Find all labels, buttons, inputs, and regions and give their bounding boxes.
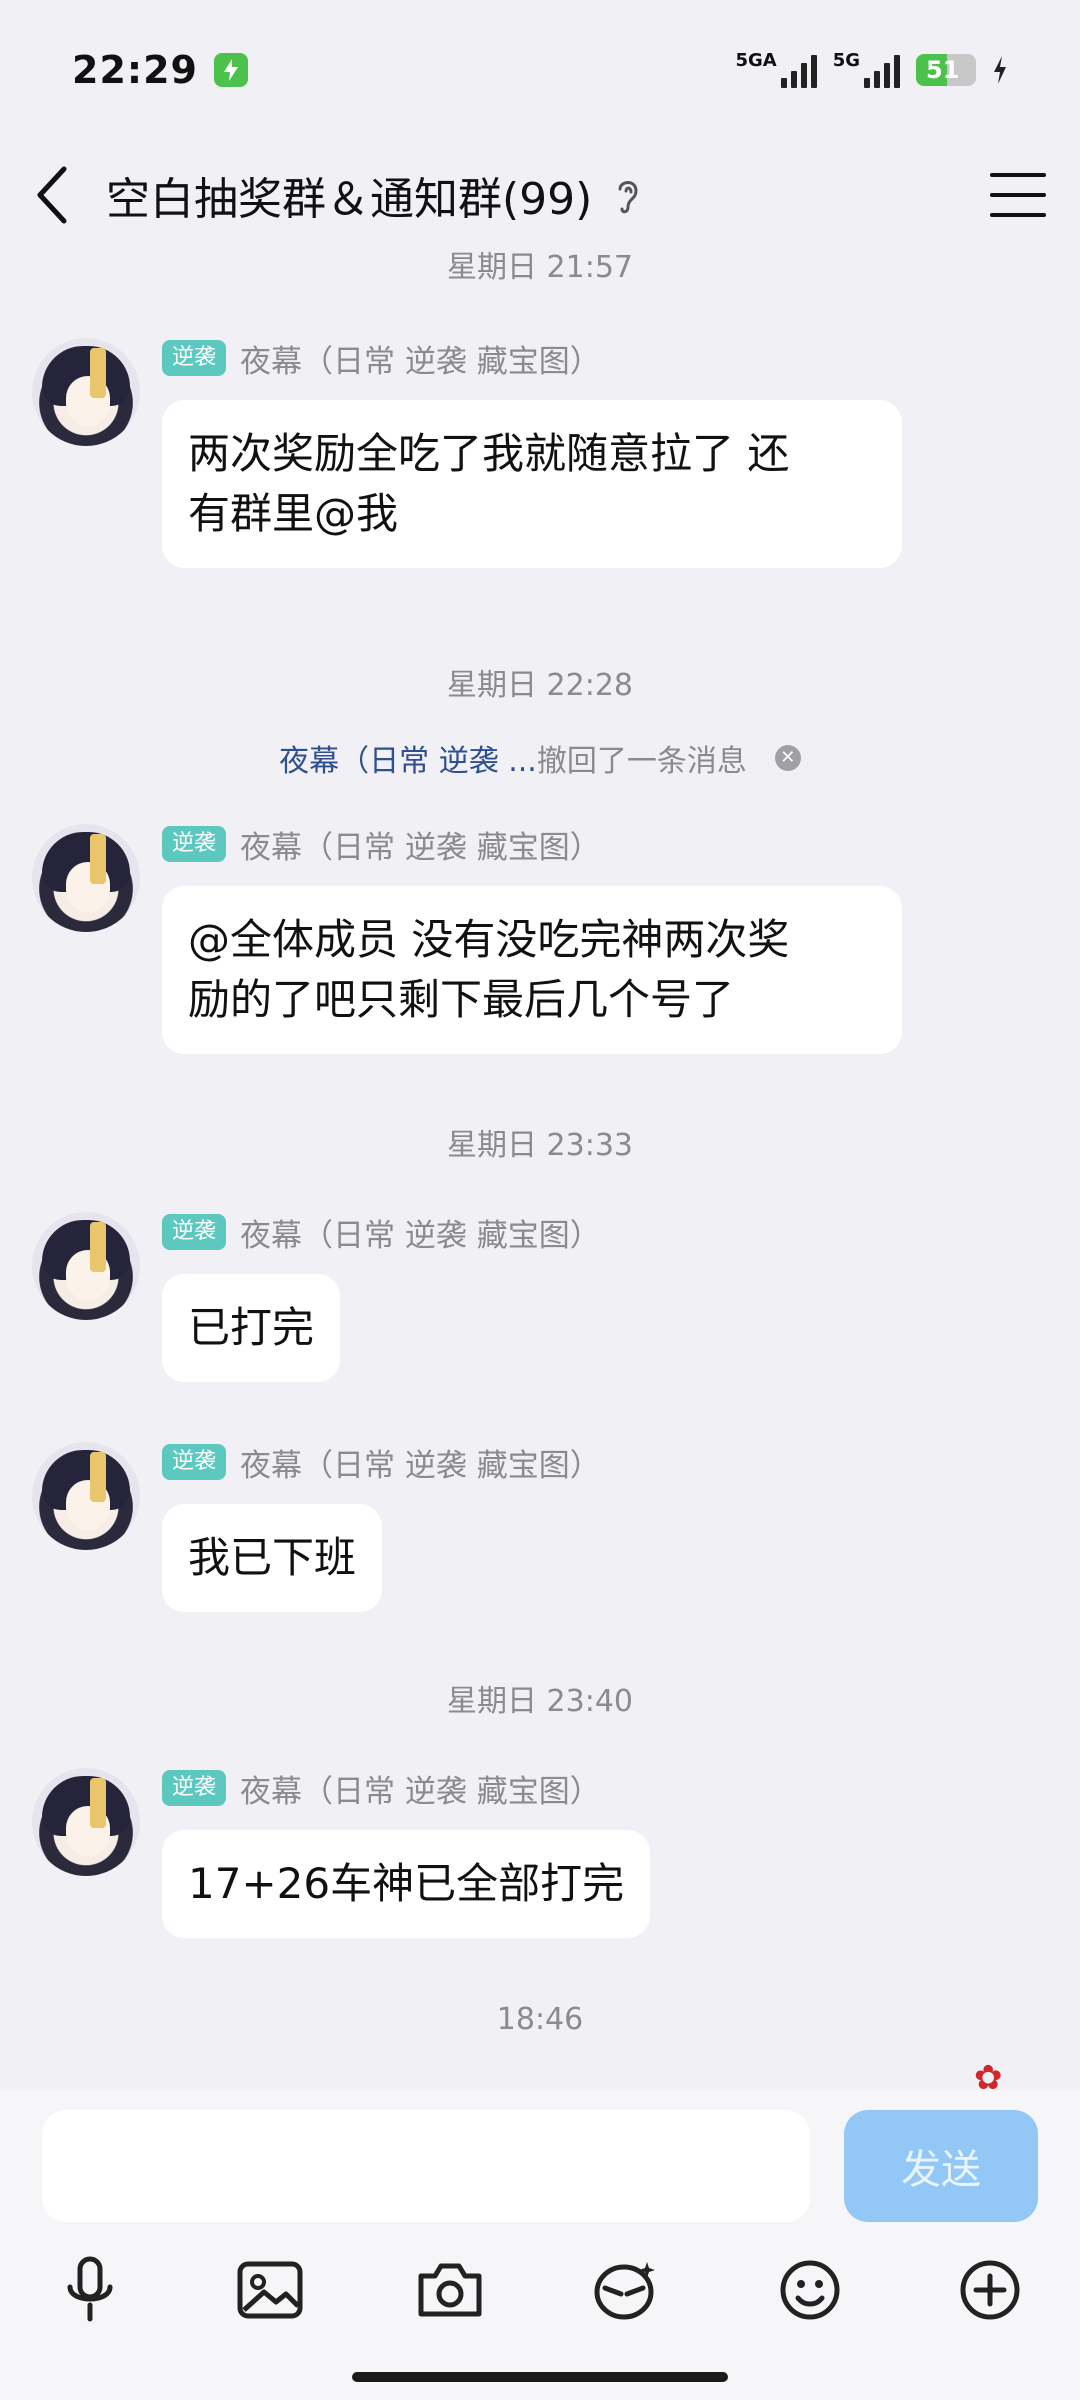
- battery-icon: 51: [916, 54, 976, 86]
- member-tag: 逆袭: [162, 340, 227, 376]
- back-button[interactable]: [34, 165, 78, 225]
- member-tag: 逆袭: [162, 1770, 227, 1806]
- time-label: 星期日 23:33: [447, 1128, 633, 1163]
- message-input[interactable]: [42, 2110, 810, 2222]
- sender-line: 逆袭 夜幕（日常 逆袭 藏宝图）: [162, 822, 601, 867]
- member-tag: 逆袭: [162, 1214, 227, 1250]
- status-bar: 22:29 5GA 5G 51: [0, 0, 1080, 140]
- close-icon[interactable]: ✕: [774, 745, 801, 771]
- time-label: 星期日 22:28: [447, 668, 633, 703]
- message-bubble[interactable]: 我已下班: [162, 1504, 383, 1612]
- member-tag: 逆袭: [162, 826, 227, 862]
- back-arrow-icon: [37, 166, 67, 224]
- message-text: 我已下班: [188, 1533, 357, 1582]
- network-5ga: 5GA: [735, 50, 817, 88]
- message-text-line: 有群里@我: [188, 489, 399, 538]
- chat-header: 空白抽奖群＆通知群(99): [0, 140, 1080, 250]
- microphone-icon[interactable]: [50, 2250, 130, 2330]
- message-text-line: 励的了吧只剩下最后几个号了: [188, 975, 735, 1024]
- input-toolbar: [0, 2250, 1080, 2350]
- message-text: 17+26车神已全部打完: [188, 1859, 625, 1908]
- sender-name[interactable]: 夜幕（日常 逆袭 藏宝图）: [240, 336, 601, 381]
- message-list[interactable]: 星期日 21:57 逆袭 夜幕（日常 逆袭 藏宝图） 两次奖励全吃了我就随意拉了…: [0, 250, 1080, 2090]
- sticker-icon[interactable]: [586, 2250, 666, 2330]
- recall-notice: 夜幕（日常 逆袭 ... 撤回了一条消息 ✕: [0, 736, 1080, 780]
- message-bubble[interactable]: 两次奖励全吃了我就随意拉了 还 有群里@我: [162, 400, 902, 568]
- message-text-line: 两次奖励全吃了我就随意拉了 还: [188, 429, 790, 478]
- avatar[interactable]: [32, 824, 140, 932]
- network-label-5ga: 5GA: [735, 50, 777, 71]
- member-tag: 逆袭: [162, 1444, 227, 1480]
- menu-button[interactable]: [990, 173, 1046, 217]
- image-icon[interactable]: [230, 2250, 310, 2330]
- battery-percent: 51: [926, 56, 960, 84]
- avatar[interactable]: [32, 1768, 140, 1876]
- sender-line: 逆袭 夜幕（日常 逆袭 藏宝图）: [162, 1440, 601, 1485]
- sender-name[interactable]: 夜幕（日常 逆袭 藏宝图）: [240, 1210, 601, 1255]
- signal-icon: [780, 54, 817, 88]
- message-bubble[interactable]: 已打完: [162, 1274, 341, 1382]
- input-area: 发送: [0, 2090, 1080, 2400]
- sender-name[interactable]: 夜幕（日常 逆袭 藏宝图）: [240, 1440, 601, 1485]
- avatar[interactable]: [32, 1442, 140, 1550]
- charging-app-icon: [213, 53, 248, 87]
- sender-line: 逆袭 夜幕（日常 逆袭 藏宝图）: [162, 336, 601, 381]
- page-title[interactable]: 空白抽奖群＆通知群(99): [106, 163, 592, 227]
- camera-icon[interactable]: [410, 2250, 490, 2330]
- message-text-line: @全体成员 没有没吃完神两次奖: [188, 915, 790, 964]
- home-indicator[interactable]: [352, 2372, 728, 2382]
- time-label: 星期日 23:40: [447, 1684, 633, 1719]
- network-label-5g: 5G: [832, 50, 860, 71]
- signal-icon: [864, 54, 900, 88]
- message-text: 已打完: [188, 1303, 315, 1352]
- time-label: 18:46: [496, 2002, 584, 2037]
- charging-bolt-icon: [994, 56, 1006, 84]
- sender-line: 逆袭 夜幕（日常 逆袭 藏宝图）: [162, 1210, 601, 1255]
- flower-icon: ✿: [974, 2058, 1003, 2090]
- status-indicators: 5GA 5G 51: [735, 52, 1008, 88]
- sender-line: 逆袭 夜幕（日常 逆袭 藏宝图）: [162, 1766, 601, 1811]
- avatar[interactable]: [32, 338, 140, 446]
- network-5g: 5G: [833, 52, 900, 88]
- sender-name[interactable]: 夜幕（日常 逆袭 藏宝图）: [240, 822, 601, 867]
- status-time: 22:29: [72, 48, 198, 92]
- send-button[interactable]: 发送: [844, 2110, 1038, 2222]
- recall-sender[interactable]: 夜幕（日常 逆袭 ...: [279, 736, 537, 780]
- message-bubble[interactable]: @全体成员 没有没吃完神两次奖 励的了吧只剩下最后几个号了: [162, 886, 902, 1054]
- menu-icon: [990, 173, 1046, 177]
- recall-text: 撤回了一条消息: [536, 744, 747, 779]
- sender-name[interactable]: 夜幕（日常 逆袭 藏宝图）: [240, 1766, 601, 1811]
- ear-icon[interactable]: [614, 175, 642, 215]
- plus-icon[interactable]: [950, 2250, 1030, 2330]
- time-label: 星期日 21:57: [447, 250, 633, 285]
- avatar[interactable]: [32, 1212, 140, 1320]
- emoji-icon[interactable]: [770, 2250, 850, 2330]
- message-bubble[interactable]: 17+26车神已全部打完: [162, 1830, 651, 1938]
